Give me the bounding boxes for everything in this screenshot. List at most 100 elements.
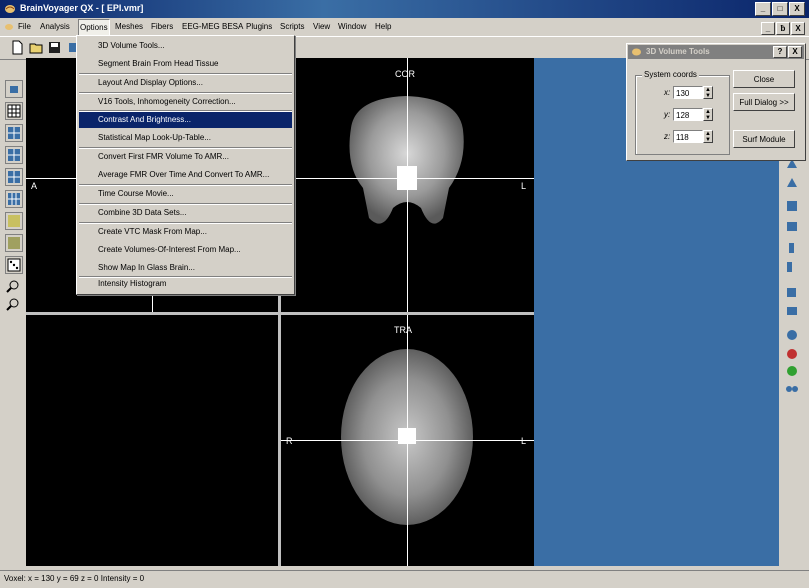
dice-icon (7, 258, 21, 272)
sagittal-crosshair-vertical (152, 293, 153, 312)
head-icon[interactable] (784, 327, 800, 343)
volume-tools-close-button[interactable]: Close (733, 70, 795, 88)
menu-scripts[interactable]: Scripts (280, 18, 304, 36)
mesh-icon[interactable] (784, 303, 800, 319)
new-file-icon[interactable] (10, 40, 25, 55)
transverse-crosshair-vertical (407, 315, 408, 566)
menu-plugins[interactable]: Plugins (246, 18, 272, 36)
coord-y-label: y: (664, 110, 671, 119)
transverse-left-label: R (286, 436, 293, 446)
open-folder-icon[interactable] (29, 40, 44, 55)
overlay-icon (8, 215, 20, 227)
menu-item-segment-brain[interactable]: Segment Brain From Head Tissue (79, 56, 292, 72)
menu-item-average-fmr[interactable]: Average FMR Over Time And Convert To AMR… (79, 167, 292, 183)
box-up-icon[interactable] (784, 217, 800, 233)
coronal-right-label: L (521, 181, 527, 191)
mdi-restore-button[interactable]: ƀ (776, 22, 790, 35)
multi-grid-icon (8, 193, 20, 205)
tra-view-button[interactable] (5, 168, 23, 186)
coord-z-spinner[interactable]: ▲ ▼ (703, 130, 713, 143)
slice-icon[interactable] (784, 240, 800, 256)
coord-y-input[interactable]: 128 (673, 108, 703, 121)
menu-item-glass-brain[interactable]: Show Map In Glass Brain... (79, 260, 292, 276)
system-coords-label: System coords (642, 70, 699, 79)
window-title: BrainVoyager QX - [ EPI.vmr] (20, 3, 144, 13)
mdi-minimize-button[interactable]: _ (761, 22, 775, 35)
multi-view-button[interactable] (5, 190, 23, 208)
sagittal-grid-icon (8, 127, 20, 139)
menu-options[interactable]: Options (78, 19, 110, 36)
menu-item-time-course-movie[interactable]: Time Course Movie... (79, 186, 292, 202)
menu-meshes[interactable]: Meshes (115, 18, 143, 36)
menu-item-vtc-mask[interactable]: Create VTC Mask From Map... (79, 224, 292, 240)
coord-z-input[interactable]: 118 (673, 130, 703, 143)
coord-y-spinner[interactable]: ▲ ▼ (703, 108, 713, 121)
save-icon[interactable] (47, 40, 62, 55)
volume-tools-panel: 3D Volume Tools ? X System coords x: 130 … (626, 43, 806, 161)
sag-view-button[interactable] (5, 124, 23, 142)
zoom-in-button[interactable] (5, 278, 21, 294)
coord-row-z: z: 118 ▲ ▼ (636, 130, 729, 144)
menu-fibers[interactable]: Fibers (151, 18, 173, 36)
brain-icon (632, 48, 641, 56)
menu-file[interactable]: File (18, 18, 31, 36)
surf-module-button[interactable]: Surf Module (733, 130, 795, 148)
menu-item-v16-tools[interactable]: V16 Tools, Inhomogeneity Correction... (79, 94, 292, 110)
menu-bar: File Analysis Options Meshes Fibers EEG-… (0, 18, 809, 36)
overlay2-button[interactable] (5, 234, 23, 252)
coord-x-input[interactable]: 130 (673, 86, 703, 99)
panel-close-button[interactable]: X (788, 46, 802, 58)
menu-view[interactable]: View (313, 18, 330, 36)
zoom-in-icon (6, 280, 19, 293)
menu-item-stat-map-lut[interactable]: Statistical Map Look-Up-Table... (79, 130, 292, 146)
zoom-out-icon (6, 298, 19, 311)
mdi-controls: _ ƀ X (760, 22, 805, 35)
document-icon[interactable] (4, 22, 14, 32)
menu-analysis[interactable]: Analysis (40, 18, 70, 36)
cube-icon (10, 86, 18, 93)
slice-move-icon[interactable] (784, 259, 800, 275)
system-coords-group: System coords x: 130 ▲ ▼ y: 128 ▲ ▼ z: 118… (635, 70, 730, 155)
grid-icon (7, 104, 21, 118)
menu-item-layout-display[interactable]: Layout And Display Options... (79, 75, 292, 91)
menu-item-intensity-histogram[interactable]: Intensity Histogram (79, 276, 292, 292)
minimize-button[interactable]: _ (755, 2, 771, 16)
head-red-icon[interactable] (784, 346, 800, 362)
menu-item-contrast-brightness[interactable]: Contrast And Brightness... (79, 112, 292, 128)
grid-view-button[interactable] (5, 102, 23, 120)
volume-tools-title-bar[interactable]: 3D Volume Tools ? X (628, 45, 804, 59)
coord-x-spinner[interactable]: ▲ ▼ (703, 86, 713, 99)
box-icon[interactable] (784, 198, 800, 214)
coord-row-x: x: 130 ▲ ▼ (636, 86, 729, 100)
mdi-close-button[interactable]: X (791, 22, 805, 35)
help-button[interactable]: ? (773, 46, 787, 58)
maximize-button[interactable]: □ (772, 2, 788, 16)
full-dialog-button[interactable]: Full Dialog >> (733, 93, 795, 111)
coronal-view-label: COR (395, 69, 415, 79)
menu-eeg-meg-besa[interactable]: EEG-MEG BESA (182, 18, 243, 36)
zoom-out-button[interactable] (5, 296, 21, 312)
move-icon[interactable] (784, 175, 800, 191)
head-green-icon[interactable] (784, 363, 800, 379)
view-3d-button[interactable] (5, 80, 23, 98)
menu-item-create-voi[interactable]: Create Volumes-Of-Interest From Map... (79, 242, 292, 258)
cube-view-icon[interactable] (784, 284, 800, 300)
menu-item-3d-volume-tools[interactable]: 3D Volume Tools... (79, 38, 292, 54)
close-button[interactable]: X (789, 2, 805, 16)
heads-icon[interactable] (784, 381, 800, 397)
menu-help[interactable]: Help (375, 18, 391, 36)
transverse-grid-icon (8, 171, 20, 183)
coronal-crosshair-vertical (407, 58, 408, 312)
dice-button[interactable] (5, 256, 23, 274)
menu-item-convert-fmr[interactable]: Convert First FMR Volume To AMR... (79, 149, 292, 165)
brainvoyager-logo-icon (5, 5, 15, 13)
coronal-left-label: A (31, 181, 38, 191)
status-bar: Voxel: x = 130 y = 69 z = 0 Intensity = … (0, 570, 809, 588)
overlay-button[interactable] (5, 212, 23, 230)
transverse-view-label: TRA (394, 325, 412, 335)
cor-view-button[interactable] (5, 146, 23, 164)
options-dropdown-menu: 3D Volume Tools... Segment Brain From He… (76, 35, 295, 295)
menu-window[interactable]: Window (338, 18, 366, 36)
transverse-right-label: L (521, 436, 527, 446)
menu-item-combine-3d[interactable]: Combine 3D Data Sets... (79, 205, 292, 221)
